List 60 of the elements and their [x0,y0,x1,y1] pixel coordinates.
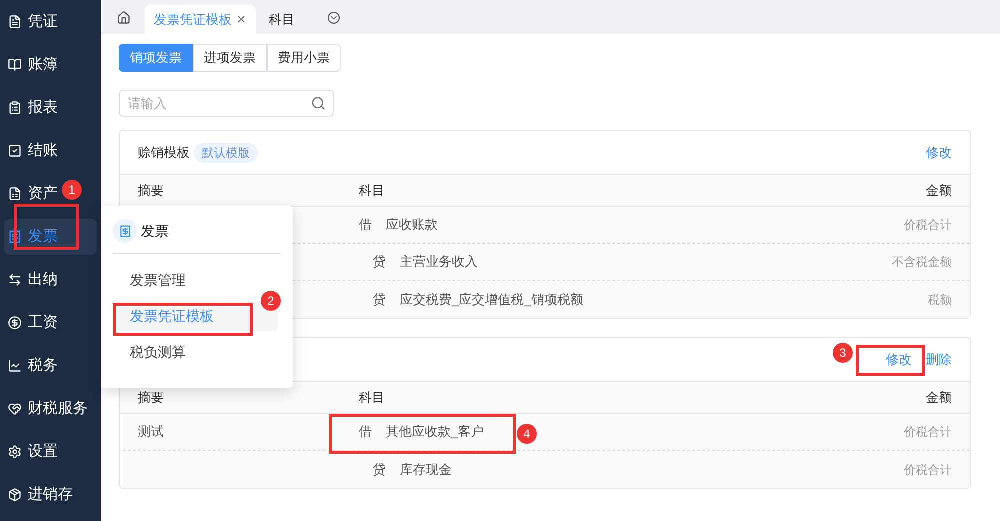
direction-label: 贷 [373,460,386,479]
sidebar-item[interactable]: 工资 [4,305,97,341]
menu-icon [8,273,22,287]
menu-icon [8,144,22,158]
direction-label: 贷 [373,290,386,309]
menu-icon [8,101,22,115]
highlight-frame [856,345,925,376]
sidebar-item[interactable]: 进销存 [4,477,97,513]
search-icon[interactable] [311,96,326,111]
table-cell-text: 其他应收款_客户 [386,423,484,442]
column-header: 科目 [359,182,386,200]
menu-icon [8,230,22,244]
table-cell-text: 不含税金额 [892,254,952,271]
sidebar-item[interactable]: 结账 [4,133,97,169]
close-icon[interactable] [236,14,247,25]
menu-icon [8,58,22,72]
table-cell-text: 税额 [928,292,952,308]
tab[interactable]: 科目 [260,5,304,34]
sidebar-item[interactable]: 设置 [4,434,97,470]
table-cell: 测试 [138,424,164,440]
column-header: 科目 [359,388,386,407]
default-tag: 默认模版 [194,142,258,162]
sidebar-item[interactable]: 税务 [4,348,97,384]
menu-icon [8,187,22,201]
dropdown-icon[interactable] [328,12,340,24]
segment-tab[interactable]: 费用小票 [267,44,341,72]
column-header: 金额 [926,182,952,200]
table-cell-text: 价税合计 [904,462,952,478]
menu-icon [8,15,22,29]
receipt-icon [113,219,137,243]
menu-title: 发票 [141,222,169,240]
column-header: 摘要 [138,388,165,407]
table-cell-text: 主营业务收入 [400,253,478,272]
sidebar-item[interactable]: 出纳 [4,262,97,298]
direction-label: 借 [359,216,372,234]
card-title: 赊销模板 [138,144,190,162]
highlight-frame [14,204,79,250]
sidebar-item[interactable]: 报表 [4,90,97,126]
table-cell-text: 应收账款 [386,216,438,234]
column-header: 摘要 [138,182,165,200]
step-badge: 3 [833,343,853,363]
sidebar-item[interactable]: 凭证 [4,4,97,40]
direction-label: 贷 [373,253,386,272]
menu-icon [8,316,22,330]
segment-tab[interactable]: 进项发票 [193,44,267,72]
menu-item[interactable]: 税负测算 [116,338,278,367]
sidebar-item[interactable]: 账簿 [4,47,97,83]
table-cell-text: 应交税费_应交增值税_销项税额 [400,290,584,309]
table-cell-text: 价税合计 [904,424,952,441]
search-field[interactable]: 请输入 [119,90,334,117]
table-cell-text: 价税合计 [904,217,952,234]
table-cell-text: 库存现金 [400,460,452,479]
menu-icon [8,488,22,502]
sidebar-item[interactable]: 财税服务 [4,391,97,427]
menu-icon [8,445,22,459]
home-icon[interactable] [117,11,131,25]
menu-icon [8,402,22,416]
direction-label: 借 [359,423,372,442]
menu-icon [8,359,22,373]
column-header: 金额 [926,388,952,407]
